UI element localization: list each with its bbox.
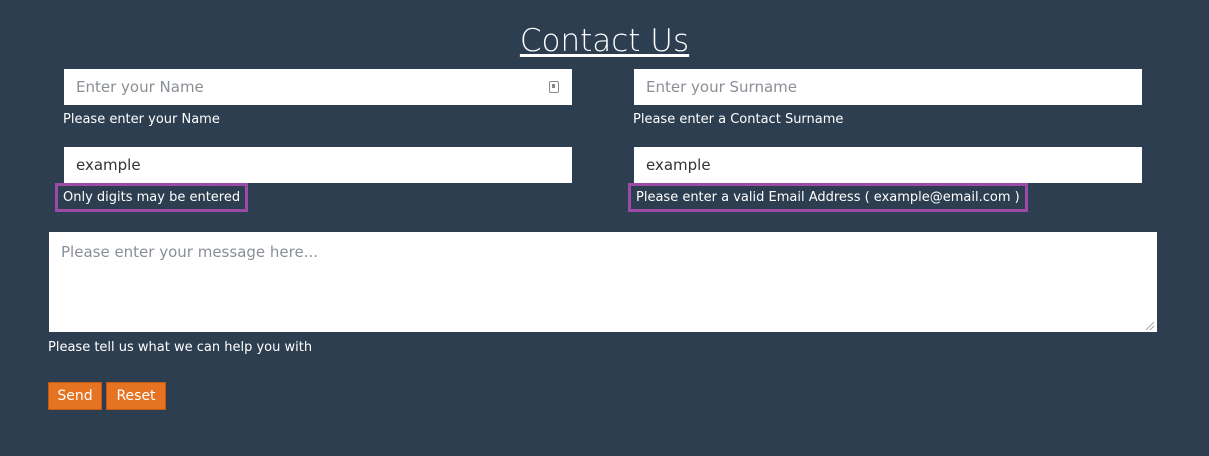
email-error-message: Please enter a valid Email Address ( exa… [628,183,1028,212]
name-input[interactable] [64,69,572,105]
phone-error-message: Only digits may be entered [55,183,249,212]
contact-card-icon[interactable] [549,81,559,93]
message-hint: Please tell us what we can help you with [48,340,313,355]
message-textarea[interactable] [49,232,1157,332]
email-input[interactable] [634,147,1142,183]
reset-button[interactable]: Reset [106,382,166,410]
surname-input[interactable] [634,69,1142,105]
phone-input[interactable] [64,147,572,183]
name-hint: Please enter your Name [63,112,220,127]
send-button[interactable]: Send [48,382,102,410]
surname-hint: Please enter a Contact Surname [633,112,844,127]
resize-grip-icon[interactable] [1146,322,1154,330]
page-title: Contact Us [519,23,690,59]
